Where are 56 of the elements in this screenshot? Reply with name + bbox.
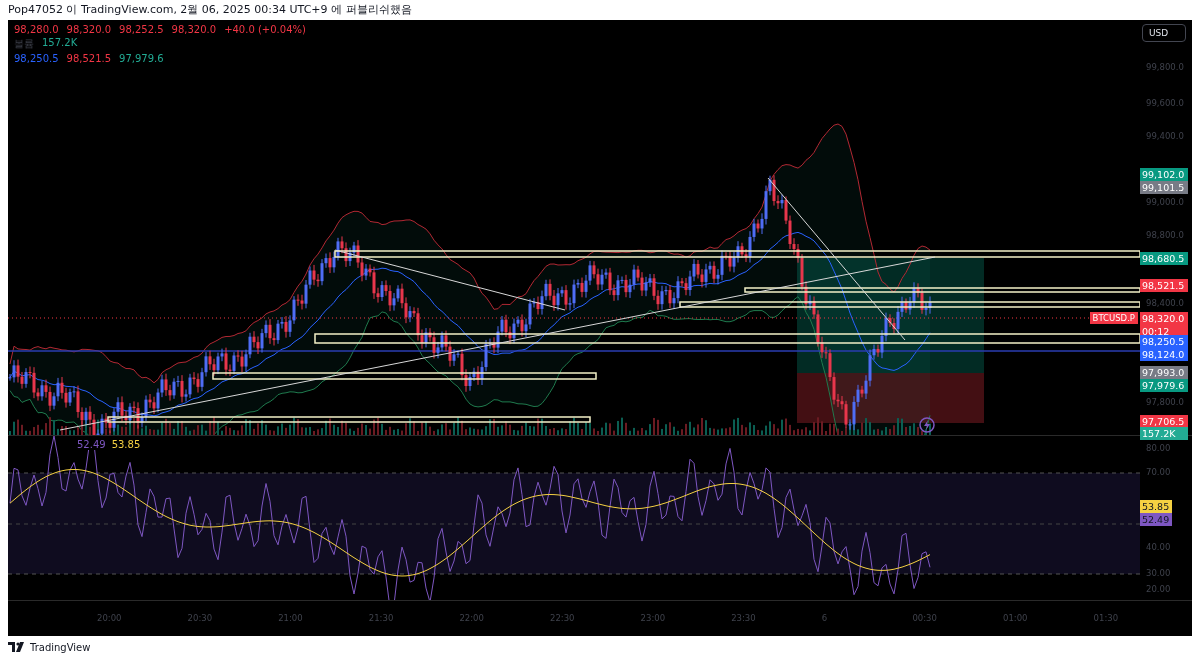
countdown-value: 00:12 — [1142, 325, 1171, 338]
legend-value: 98,320.0 — [171, 24, 217, 35]
time-axis-label: 20:30 — [187, 613, 213, 623]
time-axis-label: 01:00 — [1003, 613, 1028, 623]
price-value: 97,993.0 — [1142, 366, 1186, 379]
price-axis-label: 99,600.0 — [1146, 98, 1184, 108]
rsi-axis-label: 70.00 — [1146, 467, 1171, 477]
lightning-icon — [919, 417, 935, 433]
legend-value: 98,320.0 — [66, 24, 112, 35]
rsi-tag: 53.85 — [1140, 500, 1172, 513]
price-value: 157.2K — [1142, 427, 1177, 440]
price-value: 99,102.0 — [1142, 168, 1186, 181]
time-axis-label: 21:00 — [278, 613, 303, 623]
rsi-axis-label: 40.00 — [1146, 542, 1171, 552]
legend-value: 97,979.6 — [119, 53, 164, 64]
legend-value: +40.0 (+0.04%) — [224, 24, 306, 35]
time-axis-label: 20:00 — [97, 613, 122, 623]
legend-value: 98,280.0 — [14, 24, 59, 35]
time-axis-label: 23:30 — [731, 613, 756, 623]
price-value: 98,680.5 — [1142, 252, 1186, 265]
price-axis-label: 99,800.0 — [1146, 62, 1184, 72]
legend-value: 98,521.5 — [66, 53, 112, 64]
brand-label: TradingView — [30, 641, 91, 653]
price-axis-label: 98,800.0 — [1146, 230, 1184, 240]
legend-value: 157.2K — [42, 37, 78, 50]
symbol-tag: BTCUSD.P — [1089, 312, 1138, 324]
legend-value: 98,250.5 — [14, 53, 59, 64]
time-axis-label: 23:00 — [640, 613, 666, 623]
time-axis-label: 00:30 — [912, 613, 937, 623]
price-value: 98,521.5 — [1142, 279, 1186, 292]
legend-value: 볼륨 — [14, 37, 34, 51]
rsi-value: 53.85 — [111, 439, 141, 450]
price-value: 99,101.5 — [1142, 181, 1186, 194]
time-axis-label: 21:30 — [368, 613, 394, 623]
time-axis-label: 22:00 — [459, 613, 484, 623]
legend-value: 98,252.5 — [119, 24, 164, 35]
price-value: 98,124.0 — [1142, 348, 1186, 361]
rsi-axis-label: 30.00 — [1146, 568, 1171, 578]
time-axis-label: 22:30 — [550, 613, 575, 623]
currency-button[interactable]: USD — [1142, 24, 1186, 42]
price-axis-label: 97,800.0 — [1146, 397, 1184, 407]
publish-info: Pop47052 이 TradingView.com, 2월 06, 2025 00:34 UTC+9 에 퍼블리쉬했음 — [7, 2, 413, 18]
price-value: 97,979.6 — [1142, 379, 1186, 392]
price-value: 97,706.5 — [1142, 415, 1186, 428]
rsi-value: 52.49 — [77, 439, 106, 450]
rsi-axis-label: 20.00 — [1146, 584, 1171, 594]
price-axis-label: 99,000.0 — [1146, 197, 1184, 207]
tradingview-logo-icon — [8, 642, 26, 652]
rsi-axis-label: 80.00 — [1146, 443, 1171, 453]
price-axis-label: 98,400.0 — [1146, 298, 1184, 308]
price-value: 98,250.5 — [1142, 335, 1186, 348]
time-axis-label: 6 — [821, 613, 828, 623]
price-axis-label: 99,400.0 — [1146, 131, 1184, 141]
time-axis-label: 01:30 — [1093, 613, 1119, 623]
rsi-tag: 52.49 — [1140, 513, 1172, 526]
price-value: 98,320.0 — [1142, 312, 1186, 325]
